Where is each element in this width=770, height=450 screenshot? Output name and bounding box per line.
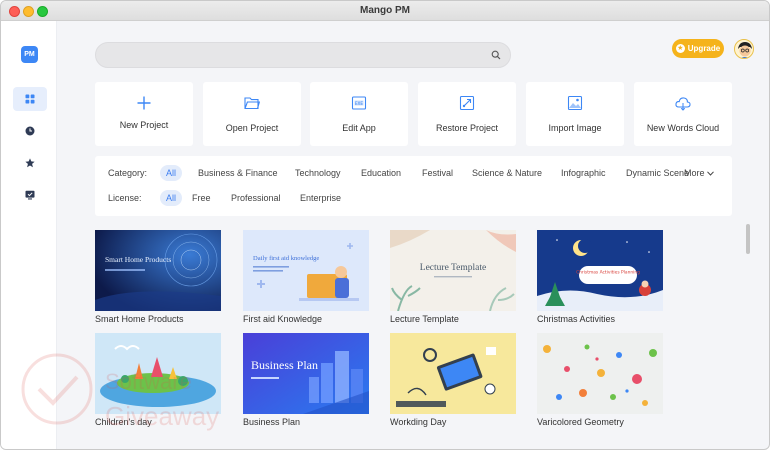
vertical-scrollbar[interactable] <box>746 224 750 254</box>
category-chip-infographic[interactable]: Infographic <box>555 165 612 181</box>
import-image-label: Import Image <box>548 123 602 133</box>
new-words-cloud-label: New Words Cloud <box>646 123 720 133</box>
title-bar: Mango PM <box>1 1 769 21</box>
template-card-smart-home[interactable]: Smart Home Products Smart Home Products <box>95 230 221 326</box>
sidebar-item-tasks[interactable] <box>13 183 47 207</box>
more-categories-button[interactable]: More <box>684 168 714 178</box>
template-caption: Children's day <box>95 417 152 427</box>
license-chip-professional[interactable]: Professional <box>225 190 287 206</box>
template-card-varicolored-geometry[interactable]: Varicolored Geometry <box>537 333 663 429</box>
quick-actions: New Project Open Project EXE Edit App Re… <box>95 82 732 146</box>
category-chip-all[interactable]: All <box>160 165 183 181</box>
license-chip-free[interactable]: Free <box>186 190 217 206</box>
template-thumbnail <box>537 333 663 414</box>
category-chip-education[interactable]: Education <box>355 165 407 181</box>
license-filter-row: License: All Free Professional Enterpris… <box>95 189 732 207</box>
search-input[interactable] <box>108 48 478 62</box>
restore-project-label: Restore Project <box>435 123 499 133</box>
template-card-childrens-day[interactable]: Children's day <box>95 333 221 429</box>
category-chip-business-finance[interactable]: Business & Finance <box>192 165 284 181</box>
open-project-button[interactable]: Open Project <box>203 82 301 146</box>
grid-icon <box>25 94 35 104</box>
open-project-label: Open Project <box>225 123 279 133</box>
template-thumbnail: Smart Home Products <box>95 230 221 311</box>
template-caption: Smart Home Products <box>95 314 184 324</box>
new-words-cloud-button[interactable]: New Words Cloud <box>634 82 732 146</box>
thumbnail-title: Daily first aid knowledge <box>253 255 319 262</box>
edit-app-label: Edit App <box>342 123 376 133</box>
category-chip-science-nature[interactable]: Science & Nature <box>466 165 548 181</box>
template-caption: Workding Day <box>390 417 447 427</box>
license-chip-enterprise[interactable]: Enterprise <box>294 190 347 206</box>
edit-app-button[interactable]: EXE Edit App <box>310 82 408 146</box>
thumbnail-title: Business Plan <box>251 358 318 372</box>
thumbnail-title: Smart Home Products <box>105 255 171 264</box>
thumbnail-title: Lecture Template <box>420 263 486 273</box>
image-icon <box>567 95 583 111</box>
filter-panel: Category: All Business & Finance Technol… <box>95 156 732 216</box>
window-title: Mango PM <box>360 5 410 16</box>
template-thumbnail: Lecture Template <box>390 230 516 311</box>
template-card-first-aid[interactable]: Daily first aid knowledge First aid Know… <box>243 230 369 326</box>
category-chip-festival[interactable]: Festival <box>416 165 459 181</box>
template-caption: Business Plan <box>243 417 301 427</box>
restore-project-button[interactable]: Restore Project <box>418 82 516 146</box>
template-card-lecture[interactable]: Lecture Template Lecture Template <box>390 230 516 326</box>
main-content: ★ Upgrade New Project Open Project EXE E… <box>58 21 769 449</box>
user-avatar[interactable] <box>734 39 754 59</box>
avatar-face-icon <box>735 40 753 58</box>
category-label: Category: <box>108 168 148 178</box>
template-caption: Varicolored Geometry <box>537 417 624 427</box>
plus-icon <box>137 96 151 110</box>
template-thumbnail <box>95 333 221 414</box>
upgrade-button[interactable]: ★ Upgrade <box>672 39 724 58</box>
app-logo: PM <box>21 46 38 63</box>
exe-file-icon: EXE <box>351 96 367 110</box>
sidebar-item-favorites[interactable] <box>13 151 47 175</box>
template-caption: First aid Knowledge <box>243 314 323 324</box>
sidebar-item-templates[interactable] <box>13 87 47 111</box>
license-label: License: <box>108 193 142 203</box>
upgrade-label: Upgrade <box>687 44 721 53</box>
template-card-christmas[interactable]: Christmas Activities Planning Christmas … <box>537 230 663 326</box>
template-caption: Christmas Activities <box>537 314 616 324</box>
template-caption: Lecture Template <box>390 314 459 324</box>
sidebar: PM <box>1 21 57 449</box>
license-chip-all[interactable]: All <box>160 190 183 206</box>
template-thumbnail <box>390 333 516 414</box>
template-card-business-plan[interactable]: Business Plan Business Plan <box>243 333 369 429</box>
restore-icon <box>459 95 475 111</box>
new-project-label: New Project <box>119 120 169 130</box>
svg-text:EXE: EXE <box>355 101 364 106</box>
cloud-icon <box>675 97 691 111</box>
star-icon <box>25 158 35 168</box>
monitor-check-icon <box>25 190 35 200</box>
folder-open-icon <box>244 97 260 110</box>
category-chip-technology[interactable]: Technology <box>289 165 347 181</box>
import-image-button[interactable]: Import Image <box>526 82 624 146</box>
search-icon[interactable] <box>491 50 501 60</box>
more-label: More <box>684 168 705 178</box>
template-thumbnail: Christmas Activities Planning <box>537 230 663 311</box>
template-thumbnail: Business Plan <box>243 333 369 414</box>
template-thumbnail: Daily first aid knowledge <box>243 230 369 311</box>
clock-icon <box>25 126 35 136</box>
thumbnail-title: Christmas Activities Planning <box>576 270 640 276</box>
app-window: Mango PM PM ★ Upgrade New Project Open P… <box>0 0 770 450</box>
chevron-down-icon <box>707 171 714 176</box>
crown-star-icon: ★ <box>675 44 685 53</box>
category-filter-row: Category: All Business & Finance Technol… <box>95 164 732 182</box>
search-bar <box>95 42 511 68</box>
new-project-button[interactable]: New Project <box>95 82 193 146</box>
template-card-workding-day[interactable]: Workding Day <box>390 333 516 429</box>
sidebar-item-recent[interactable] <box>13 119 47 143</box>
